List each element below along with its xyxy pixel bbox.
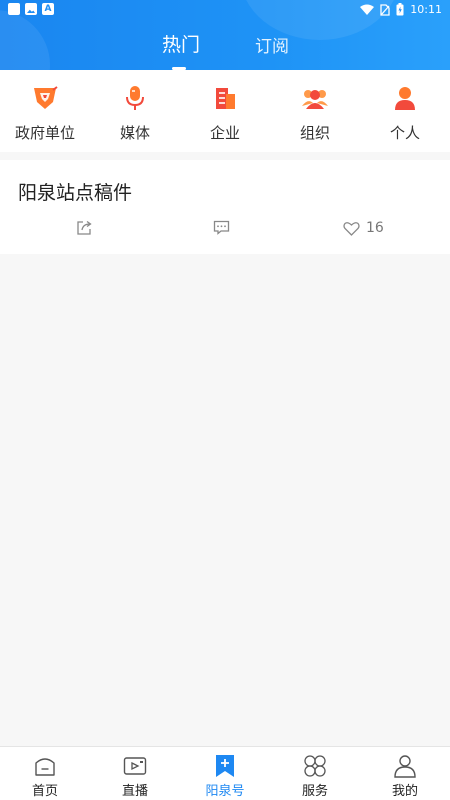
home-icon [35, 758, 55, 776]
header-tabs: 热门 订阅 [0, 30, 450, 66]
category-media[interactable]: 媒体 [90, 70, 180, 152]
no-sim-icon [380, 3, 390, 16]
category-government[interactable]: 政府单位 [0, 70, 90, 152]
group-icon [302, 90, 328, 109]
grid-services-icon [304, 755, 326, 777]
category-label: 媒体 [119, 124, 150, 142]
government-shield-icon [34, 86, 58, 109]
profile-icon [394, 755, 416, 778]
nav-live[interactable]: 直播 [90, 747, 180, 800]
category-label: 组织 [299, 124, 330, 142]
bookmark-plus-icon [216, 755, 234, 777]
comment-icon [213, 220, 230, 235]
clock: 10:11 [410, 3, 442, 16]
category-organization[interactable]: 组织 [270, 70, 360, 152]
image-notification-icon [25, 3, 37, 15]
nav-home[interactable]: 首页 [0, 747, 90, 800]
nav-label: 直播 [121, 784, 148, 799]
tab-hot[interactable]: 热门 [162, 30, 200, 57]
article-actions: 16 [0, 218, 450, 242]
tab-subscribe[interactable]: 订阅 [255, 32, 289, 57]
category-personal[interactable]: 个人 [360, 70, 450, 152]
wifi-icon [360, 4, 375, 15]
share-button[interactable] [76, 220, 93, 236]
nav-yangquan-account[interactable]: 阳泉号 [180, 747, 270, 800]
nav-label: 我的 [391, 784, 418, 799]
nav-services[interactable]: 服务 [270, 747, 360, 800]
microphone-icon [126, 86, 144, 110]
person-icon [395, 87, 415, 110]
article-title[interactable]: 阳泉站点稿件 [18, 178, 132, 205]
nav-label: 首页 [31, 784, 58, 799]
comment-button[interactable] [213, 220, 230, 235]
category-row: 政府单位 媒体 企业 组织 个人 [0, 70, 450, 152]
heart-icon [343, 221, 360, 236]
notification-icon [8, 3, 20, 15]
category-label: 政府单位 [14, 124, 75, 142]
live-camera-icon [123, 757, 147, 775]
like-button[interactable]: 16 [343, 220, 384, 236]
battery-icon [396, 3, 404, 16]
nav-label: 阳泉号 [205, 784, 245, 799]
share-icon [77, 220, 92, 235]
article-card[interactable]: 阳泉站点稿件 16 [0, 160, 450, 254]
app-notification-icon: A [42, 3, 54, 15]
top-header: A 10:11 热门 订阅 [0, 0, 450, 70]
like-count: 16 [366, 220, 384, 236]
category-label: 企业 [209, 124, 240, 142]
bottom-navigation: 首页 直播 阳泉号 服务 我的 [0, 746, 450, 800]
nav-label: 服务 [301, 784, 328, 799]
building-icon [216, 88, 235, 109]
status-bar: A 10:11 [0, 0, 450, 20]
nav-profile[interactable]: 我的 [360, 747, 450, 800]
category-label: 个人 [389, 124, 420, 142]
category-enterprise[interactable]: 企业 [180, 70, 270, 152]
